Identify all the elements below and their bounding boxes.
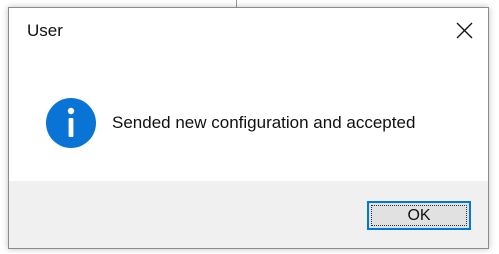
dialog-title: User [27, 21, 63, 40]
close-button[interactable] [442, 8, 488, 53]
dialog-titlebar: User [9, 8, 488, 53]
ok-button-label: OK [407, 207, 431, 224]
dialog-footer: OK [9, 181, 488, 248]
ok-button[interactable]: OK [367, 201, 471, 230]
message-dialog: User Sended new configuration and accept… [8, 7, 489, 249]
dialog-content: Sended new configuration and accepted [9, 53, 488, 182]
info-icon [46, 98, 96, 148]
dialog-message: Sended new configuration and accepted [112, 113, 416, 132]
close-icon [456, 22, 473, 39]
